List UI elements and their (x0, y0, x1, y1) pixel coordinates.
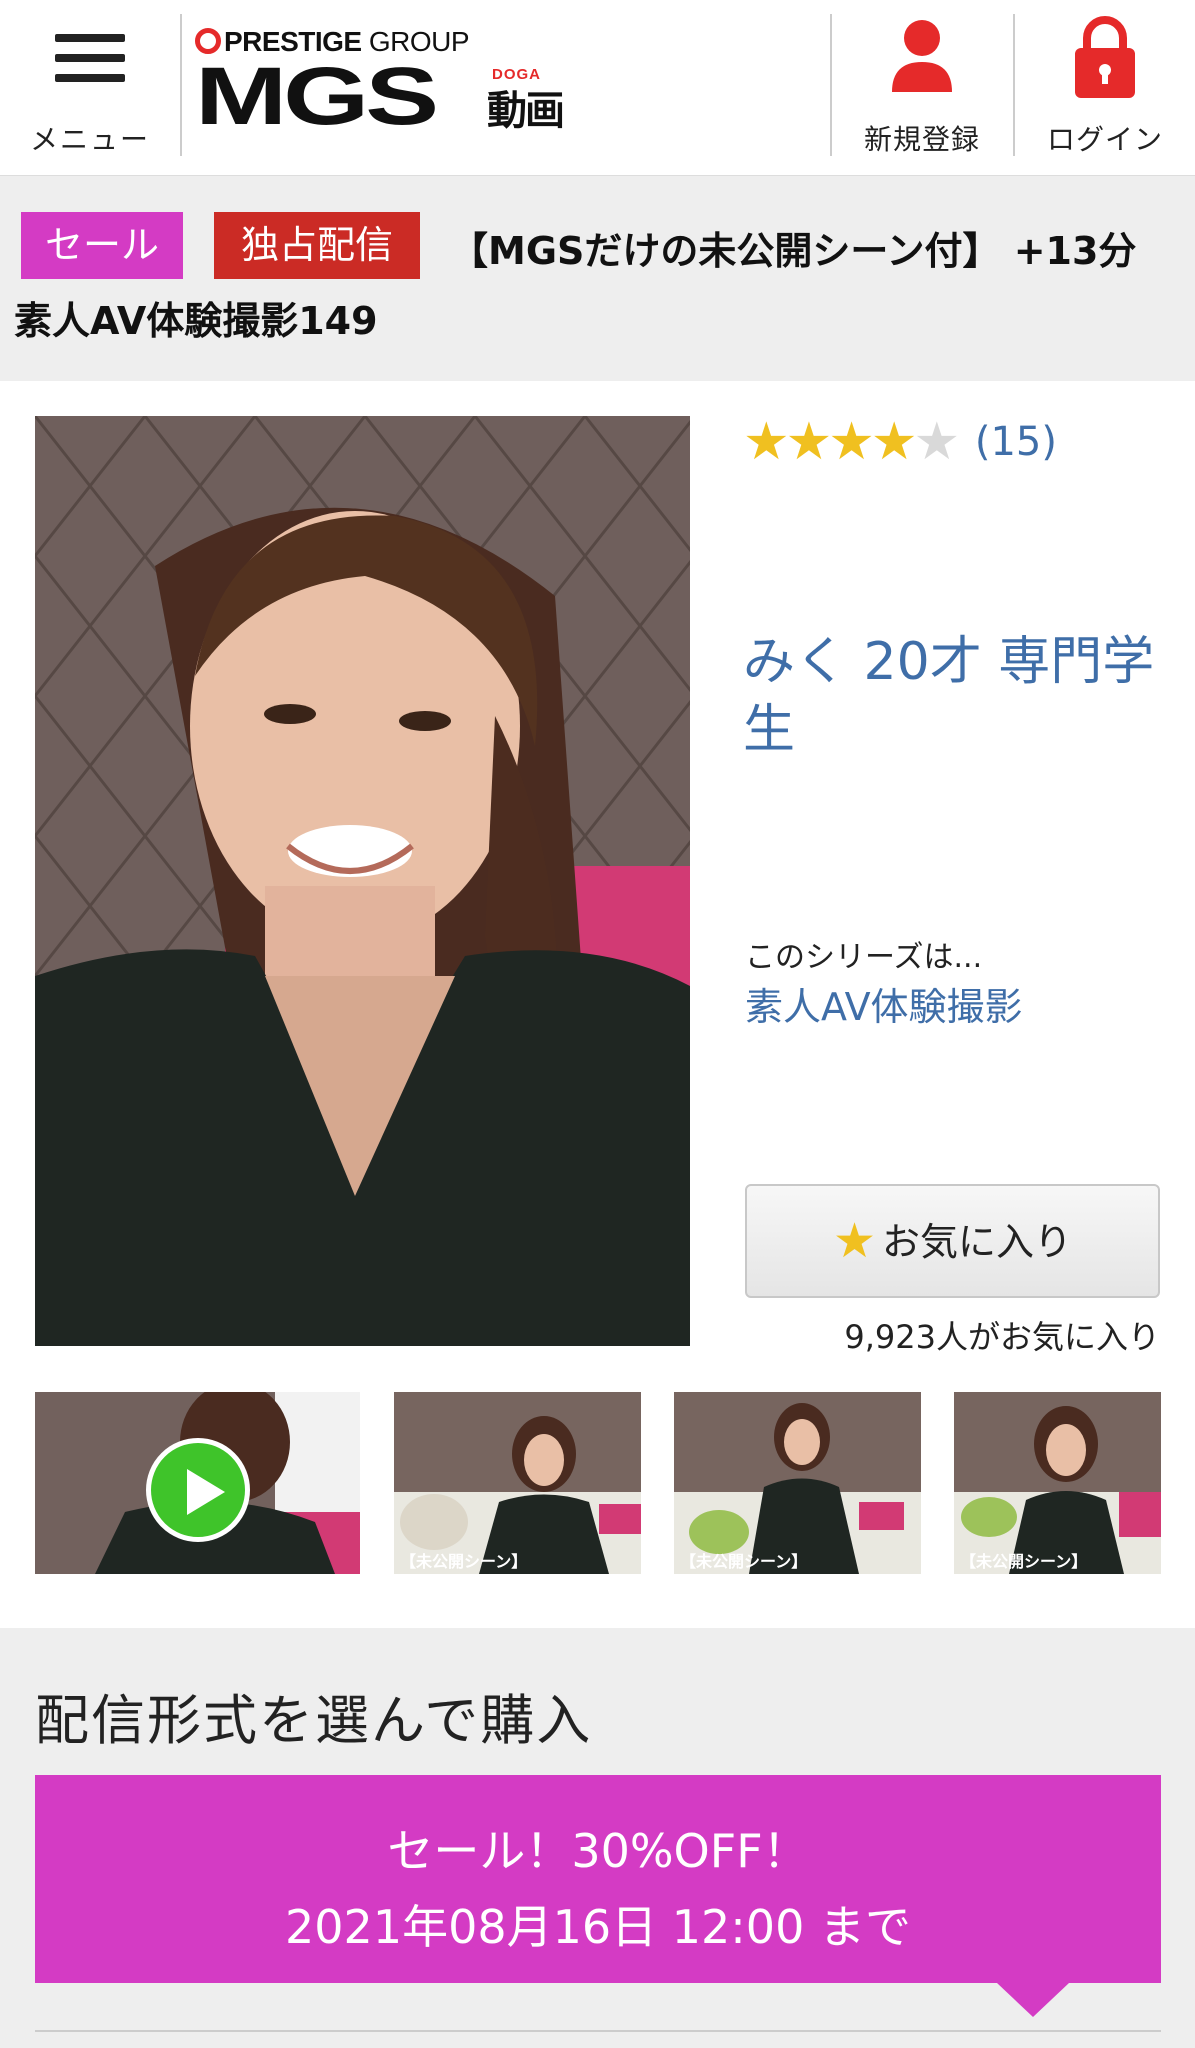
favorite-label: お気に入り (882, 1220, 1073, 1264)
header-divider (180, 14, 182, 156)
title-band: 【MGSだけの未公開シーン付】 +13分 素人AV体験撮影149 セール 独占配… (0, 176, 1195, 381)
sale-discount-text: セール！30%OFF！ (387, 1824, 809, 1878)
sale-banner: セール！30%OFF！ 2021年08月16日 12:00 まで (35, 1775, 1161, 1983)
purchase-heading: 配信形式を選んで購入 (35, 1689, 593, 1752)
star-icon: ★ (785, 412, 833, 472)
series-intro: このシリーズは... (745, 940, 983, 975)
favorite-button[interactable]: ★ お気に入り (745, 1184, 1160, 1298)
review-count[interactable]: (15) (975, 419, 1057, 465)
sale-badge: セール (21, 212, 183, 279)
register-button[interactable]: 新規登録 (832, 0, 1012, 176)
hamburger-icon (55, 34, 125, 82)
series-link[interactable]: 素人AV体験撮影 (745, 976, 1023, 1031)
thumbnail-caption: 【未公開シーン】 (400, 1552, 528, 1571)
star-icon: ★ (870, 412, 918, 472)
site-header: メニュー PRESTIGE GROUP MGS DOGA 動画 新規登録 ログイ… (0, 0, 1195, 176)
star-icon: ★ (832, 1213, 876, 1269)
menu-label: メニュー (29, 123, 150, 156)
mgs-logo[interactable]: PRESTIGE GROUP MGS DOGA 動画 (195, 26, 595, 142)
package-image[interactable] (35, 416, 690, 1346)
login-button[interactable]: ログイン (1015, 0, 1195, 176)
favorite-count: 9,923人がお気に入り (844, 1318, 1160, 1356)
menu-button[interactable]: メニュー (0, 0, 180, 176)
section-divider (35, 2030, 1161, 2032)
thumbnail-photo (394, 1392, 641, 1574)
thumbnail-caption: 【未公開シーン】 (960, 1552, 1088, 1571)
play-icon[interactable] (146, 1438, 250, 1542)
user-icon (892, 20, 952, 92)
sale-deadline-text: 2021年08月16日 12:00 まで (285, 1900, 911, 1954)
lock-icon (1075, 16, 1135, 98)
login-label: ログイン (1046, 123, 1163, 156)
sample-image-thumbnail[interactable] (674, 1392, 921, 1574)
star-icon: ★ (743, 412, 790, 472)
package-photo (35, 416, 690, 1346)
rating[interactable]: ★★★★★ (15) (743, 414, 1057, 470)
doga-kanji-label: 動画 (487, 88, 565, 134)
sample-image-thumbnail[interactable] (394, 1392, 641, 1574)
star-empty-icon: ★ (913, 412, 961, 472)
mgs-wordmark: MGS (195, 51, 439, 142)
sample-image-thumbnail[interactable] (954, 1392, 1161, 1574)
register-label: 新規登録 (863, 123, 980, 156)
thumbnail-photo (674, 1392, 921, 1574)
product-title: 【MGSだけの未公開シーン付】 +13分 素人AV体験撮影149 (14, 229, 1137, 343)
thumbnail-caption: 【未公開シーン】 (680, 1552, 808, 1571)
thumbnail-photo (954, 1392, 1161, 1574)
rating-stars: ★★★★★ (743, 412, 960, 472)
sale-banner-arrow-icon (997, 1983, 1069, 2017)
actress-link[interactable]: みく 20才 専門学生 (743, 628, 1163, 764)
exclusive-badge: 独占配信 (214, 212, 420, 279)
star-icon: ★ (828, 412, 875, 472)
